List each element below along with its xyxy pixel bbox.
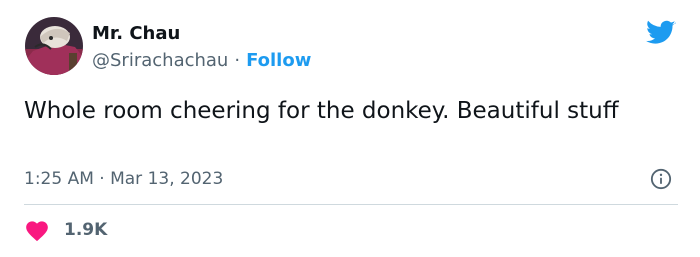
avatar-image (25, 17, 83, 75)
follow-button[interactable]: Follow (246, 50, 311, 71)
author-display-name[interactable]: Mr. Chau (92, 23, 180, 45)
heart-icon (26, 221, 48, 242)
like-count: 1.9K (64, 220, 108, 240)
author-handle-row: @Srirachachau · Follow (92, 50, 311, 72)
twitter-bird-icon[interactable] (646, 20, 676, 46)
separator-dot: · (234, 50, 241, 71)
info-icon[interactable] (650, 168, 672, 190)
avatar[interactable] (25, 17, 83, 75)
tweet-text: Whole room cheering for the donkey. Beau… (24, 98, 619, 124)
like-button[interactable]: 1.9K (24, 217, 107, 243)
divider (24, 204, 678, 205)
author-handle[interactable]: @Srirachachau (92, 50, 228, 71)
tweet-timestamp[interactable]: 1:25 AM · Mar 13, 2023 (24, 168, 223, 190)
